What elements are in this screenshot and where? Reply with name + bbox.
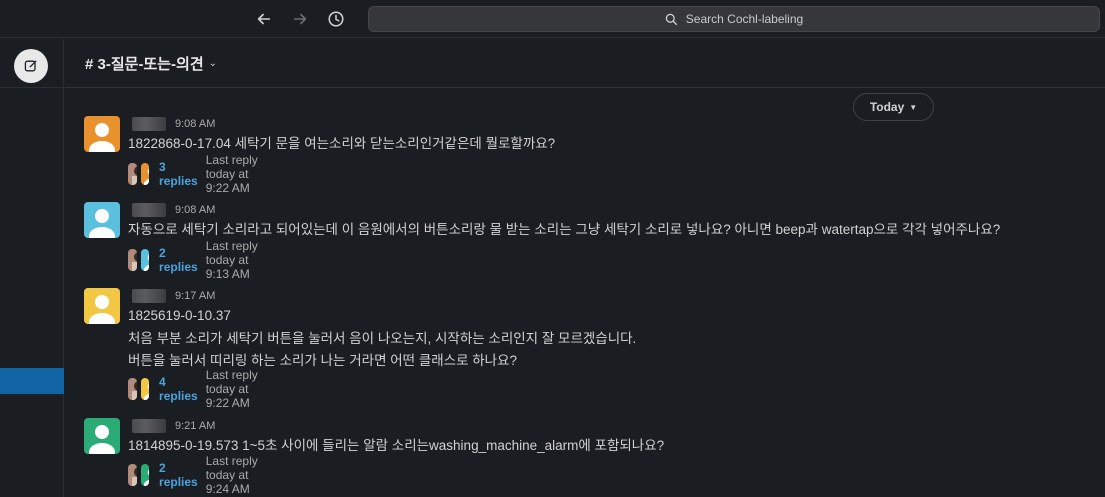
- rail-divider: [0, 87, 64, 88]
- reply-avatar: [140, 464, 150, 486]
- message-text: 1822868-0-17.04 세탁기 문을 여는소리와 닫는소리인거같은데 뭘…: [128, 136, 556, 151]
- reply-avatar: [140, 249, 150, 271]
- channel-header: # 3-질문-또는-의견 ⌄: [65, 39, 1105, 88]
- reply-avatar: [128, 163, 137, 185]
- last-reply-text: Last reply today at 9:22 AM: [205, 153, 258, 195]
- last-reply-text: Last reply today at 9:22 AM: [205, 368, 258, 410]
- history-clock-icon[interactable]: [325, 8, 347, 30]
- message-text: 1825619-0-10.37: [128, 308, 231, 323]
- compose-button[interactable]: [14, 49, 48, 83]
- left-rail: [0, 39, 64, 497]
- reply-avatar: [128, 464, 137, 486]
- reply-avatar: [128, 378, 137, 400]
- avatar[interactable]: [84, 116, 120, 152]
- sender-name-redacted[interactable]: [132, 289, 166, 303]
- reply-avatar: [140, 378, 150, 400]
- message-time[interactable]: 9:08 AM: [175, 118, 215, 130]
- replies-link[interactable]: 2 replies: [159, 461, 198, 489]
- avatar[interactable]: [84, 418, 120, 454]
- last-reply-text: Last reply today at 9:24 AM: [205, 454, 258, 496]
- back-arrow-icon[interactable]: [253, 8, 275, 30]
- channel-name[interactable]: # 3-질문-또는-의견: [85, 53, 204, 74]
- message-time[interactable]: 9:08 AM: [175, 204, 215, 216]
- message-text: 처음 부분 소리가 세탁기 버튼을 눌러서 음이 나오는지, 시작하는 소리인지…: [128, 331, 637, 346]
- replies-link[interactable]: 4 replies: [159, 375, 198, 403]
- day-divider-button[interactable]: Today ▼: [853, 93, 934, 121]
- thread-summary[interactable]: 3 replies Last reply today at 9:22 AM: [128, 153, 262, 195]
- sender-name-redacted[interactable]: [132, 419, 166, 433]
- thread-summary[interactable]: 2 replies Last reply today at 9:13 AM: [128, 239, 262, 281]
- day-divider-label: Today: [869, 100, 905, 114]
- reply-avatar: [128, 249, 137, 271]
- sender-name-redacted[interactable]: [132, 203, 166, 217]
- replies-link[interactable]: 3 replies: [159, 160, 198, 188]
- avatar[interactable]: [84, 202, 120, 238]
- message-time[interactable]: 9:21 AM: [175, 420, 215, 432]
- search-placeholder: Search Cochl-labeling: [685, 12, 804, 26]
- compose-icon: [24, 60, 37, 72]
- thread-summary[interactable]: 4 replies Last reply today at 9:22 AM: [128, 368, 262, 410]
- message-text: 자동으로 세탁기 소리라고 되어있는데 이 음원에서의 버튼소리랑 물 받는 소…: [128, 222, 1001, 237]
- replies-link[interactable]: 2 replies: [159, 246, 198, 274]
- thread-summary[interactable]: 2 replies Last reply today at 9:24 AM: [128, 454, 262, 496]
- search-bar[interactable]: Search Cochl-labeling: [368, 6, 1100, 32]
- sender-name-redacted[interactable]: [132, 117, 166, 131]
- chevron-down-icon[interactable]: ⌄: [209, 58, 217, 69]
- message-text: 버튼을 눌러서 띠리링 하는 소리가 나는 거라면 어떤 클래스로 하나요?: [128, 353, 518, 368]
- reply-avatar: [140, 163, 150, 185]
- last-reply-text: Last reply today at 9:13 AM: [205, 239, 258, 281]
- forward-arrow-icon[interactable]: [289, 8, 311, 30]
- message-time[interactable]: 9:17 AM: [175, 290, 215, 302]
- active-channel-indicator[interactable]: [0, 368, 64, 394]
- chevron-down-icon: ▼: [909, 102, 918, 112]
- top-bar: Search Cochl-labeling: [0, 0, 1105, 38]
- search-icon: [665, 13, 677, 25]
- avatar[interactable]: [84, 288, 120, 324]
